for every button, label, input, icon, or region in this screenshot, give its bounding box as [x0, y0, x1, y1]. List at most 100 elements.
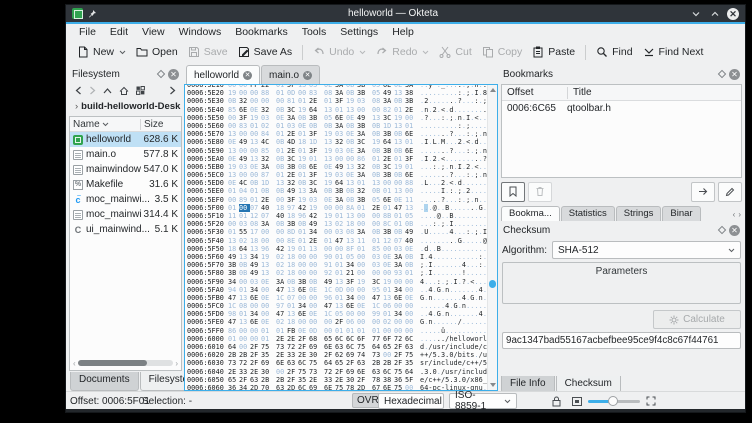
hex-char-column[interactable]: ....../helloworl — [420, 335, 487, 343]
hex-byte[interactable]: 3A — [309, 187, 320, 195]
hex-byte[interactable]: 18 — [298, 138, 309, 146]
hex-byte[interactable]: 01 — [309, 155, 320, 163]
hex-byte[interactable]: 78 — [346, 384, 357, 390]
hex-byte[interactable]: 8B — [383, 212, 394, 220]
close-panel-icon[interactable]: ✕ — [729, 69, 740, 80]
save-button[interactable]: Save — [183, 43, 233, 61]
file-row[interactable]: c̈moc_mainwi...3.5 K — [70, 192, 181, 207]
hex-row[interactable]: 0006:5FF08600000101FB0E0D000101010100000… — [187, 327, 487, 335]
hex-byte[interactable]: 73 — [309, 368, 320, 376]
hex-byte[interactable]: 0B — [405, 220, 416, 228]
hex-char-column[interactable]: .......?...:.;.n — [420, 147, 487, 155]
open-button[interactable]: Open — [131, 43, 183, 61]
hex-char-column[interactable]: ....@..B........ — [420, 212, 487, 220]
hex-byte[interactable]: 13 — [228, 237, 239, 245]
hex-byte[interactable]: 00 — [261, 97, 272, 105]
hex-byte[interactable]: 0B — [298, 163, 309, 171]
hex-byte[interactable]: 2F — [335, 368, 346, 376]
hex-byte[interactable]: 13 — [250, 138, 261, 146]
hex-byte[interactable]: 3B — [287, 220, 298, 228]
hex-byte[interactable]: 2B — [228, 351, 239, 359]
hex-byte[interactable]: 02 — [276, 261, 287, 269]
hex-byte[interactable]: 19 — [324, 130, 335, 138]
hex-byte[interactable]: 00 — [357, 269, 368, 277]
hex-byte[interactable]: 69 — [261, 359, 272, 367]
hex-byte[interactable]: 01 — [228, 335, 239, 343]
hex-byte[interactable]: 03 — [394, 245, 405, 253]
hex-byte[interactable]: 18 — [287, 212, 298, 220]
hex-byte[interactable]: 4C — [261, 138, 272, 146]
hex-byte[interactable]: 01 — [335, 106, 346, 114]
hex-byte[interactable]: 34 — [309, 228, 320, 236]
hex-byte[interactable]: 3B — [383, 228, 394, 236]
hex-byte[interactable]: 3B — [357, 89, 368, 97]
hex-byte[interactable]: 00 — [346, 286, 357, 294]
hex-byte[interactable]: 13 — [324, 138, 335, 146]
hex-byte[interactable]: 00 — [261, 310, 272, 318]
hex-byte[interactable]: 13 — [394, 138, 405, 146]
hex-byte[interactable]: 64 — [335, 179, 346, 187]
hex-byte[interactable]: 0B — [372, 122, 383, 130]
hex-byte[interactable]: 00 — [298, 294, 309, 302]
hex-byte[interactable]: 3A — [276, 278, 287, 286]
hex-byte[interactable]: 47 — [276, 310, 287, 318]
hex-byte[interactable]: 85 — [228, 106, 239, 114]
hex-byte[interactable]: 3C — [383, 163, 394, 171]
hex-byte[interactable]: 6C — [298, 384, 309, 390]
hex-byte[interactable]: 94 — [228, 286, 239, 294]
hex-byte[interactable]: 2E — [276, 351, 287, 359]
hex-byte[interactable]: 03 — [309, 196, 320, 204]
zoom-fit-icon[interactable] — [646, 392, 656, 410]
hex-byte[interactable]: 0B — [276, 163, 287, 171]
tab-scroll-right-icon[interactable]: › — [738, 210, 741, 219]
hex-byte[interactable]: 19 — [346, 97, 357, 105]
file-row[interactable]: %Makefile31.6 K — [70, 177, 181, 192]
tab-statistics[interactable]: Statistics — [561, 206, 615, 221]
hex-byte[interactable]: 0B — [394, 130, 405, 138]
hex-byte[interactable]: 1C — [324, 286, 335, 294]
hex-char-column[interactable]: .2.......?...:.; — [420, 97, 487, 105]
hex-row[interactable]: 0006:5EC013000087012E013F19030E3A0B3B0B6… — [187, 171, 487, 179]
hex-byte[interactable]: 3F — [335, 97, 346, 105]
hex-byte[interactable]: 3B — [357, 196, 368, 204]
hex-char-column[interactable]: .d..B........... — [420, 245, 487, 253]
hex-byte[interactable]: 34 — [394, 310, 405, 318]
hex-byte[interactable]: 00 — [357, 212, 368, 220]
hex-byte[interactable]: 69 — [346, 368, 357, 376]
hex-byte[interactable]: 03 — [239, 220, 250, 228]
hex-row[interactable]: 0006:5F50186413964219011300008F018500030… — [187, 245, 487, 253]
hex-byte[interactable]: 3C — [287, 155, 298, 163]
hex-byte[interactable]: 0B — [276, 220, 287, 228]
hex-byte[interactable]: 01 — [335, 253, 346, 261]
hex-byte[interactable]: 6E — [324, 343, 335, 351]
hex-byte[interactable]: 0E — [394, 196, 405, 204]
hex-byte[interactable]: 49 — [357, 114, 368, 122]
hex-byte[interactable]: 6C — [405, 335, 416, 343]
hex-byte[interactable]: 0B — [276, 106, 287, 114]
view-mode-grid-icon[interactable] — [136, 86, 145, 95]
hex-byte[interactable]: 0E — [309, 310, 320, 318]
hex-byte[interactable]: 00 — [239, 147, 250, 155]
hex-byte[interactable]: 04 — [239, 187, 250, 195]
hex-byte[interactable]: 6E — [383, 196, 394, 204]
hex-byte[interactable]: 2B — [383, 359, 394, 367]
hex-byte[interactable]: 34 — [228, 278, 239, 286]
save-as-button[interactable]: Save As — [233, 43, 298, 61]
hex-byte[interactable]: 00 — [298, 253, 309, 261]
hex-char-column[interactable]: ...:.;.I........ — [420, 220, 487, 228]
hex-byte[interactable]: 03 — [250, 278, 261, 286]
hex-byte[interactable]: 2E — [287, 171, 298, 179]
file-row[interactable]: main.o577.8 K — [70, 147, 181, 162]
menu-item-tools[interactable]: Tools — [295, 26, 334, 38]
hex-byte[interactable]: 00 — [228, 114, 239, 122]
hex-byte[interactable]: 19 — [357, 278, 368, 286]
hex-byte[interactable]: 89 — [239, 196, 250, 204]
hex-byte[interactable]: 1C — [372, 302, 383, 310]
hex-byte[interactable]: 6F — [383, 335, 394, 343]
hex-byte[interactable]: 2E — [335, 376, 346, 384]
hex-byte[interactable]: 30 — [309, 351, 320, 359]
hex-byte[interactable]: 01 — [228, 187, 239, 195]
hex-row[interactable]: 0006:5EF00089012E003F19030E3A0B3B056E0E1… — [187, 196, 487, 204]
find-button[interactable]: Find — [591, 43, 637, 61]
hex-byte[interactable]: 3B — [298, 278, 309, 286]
